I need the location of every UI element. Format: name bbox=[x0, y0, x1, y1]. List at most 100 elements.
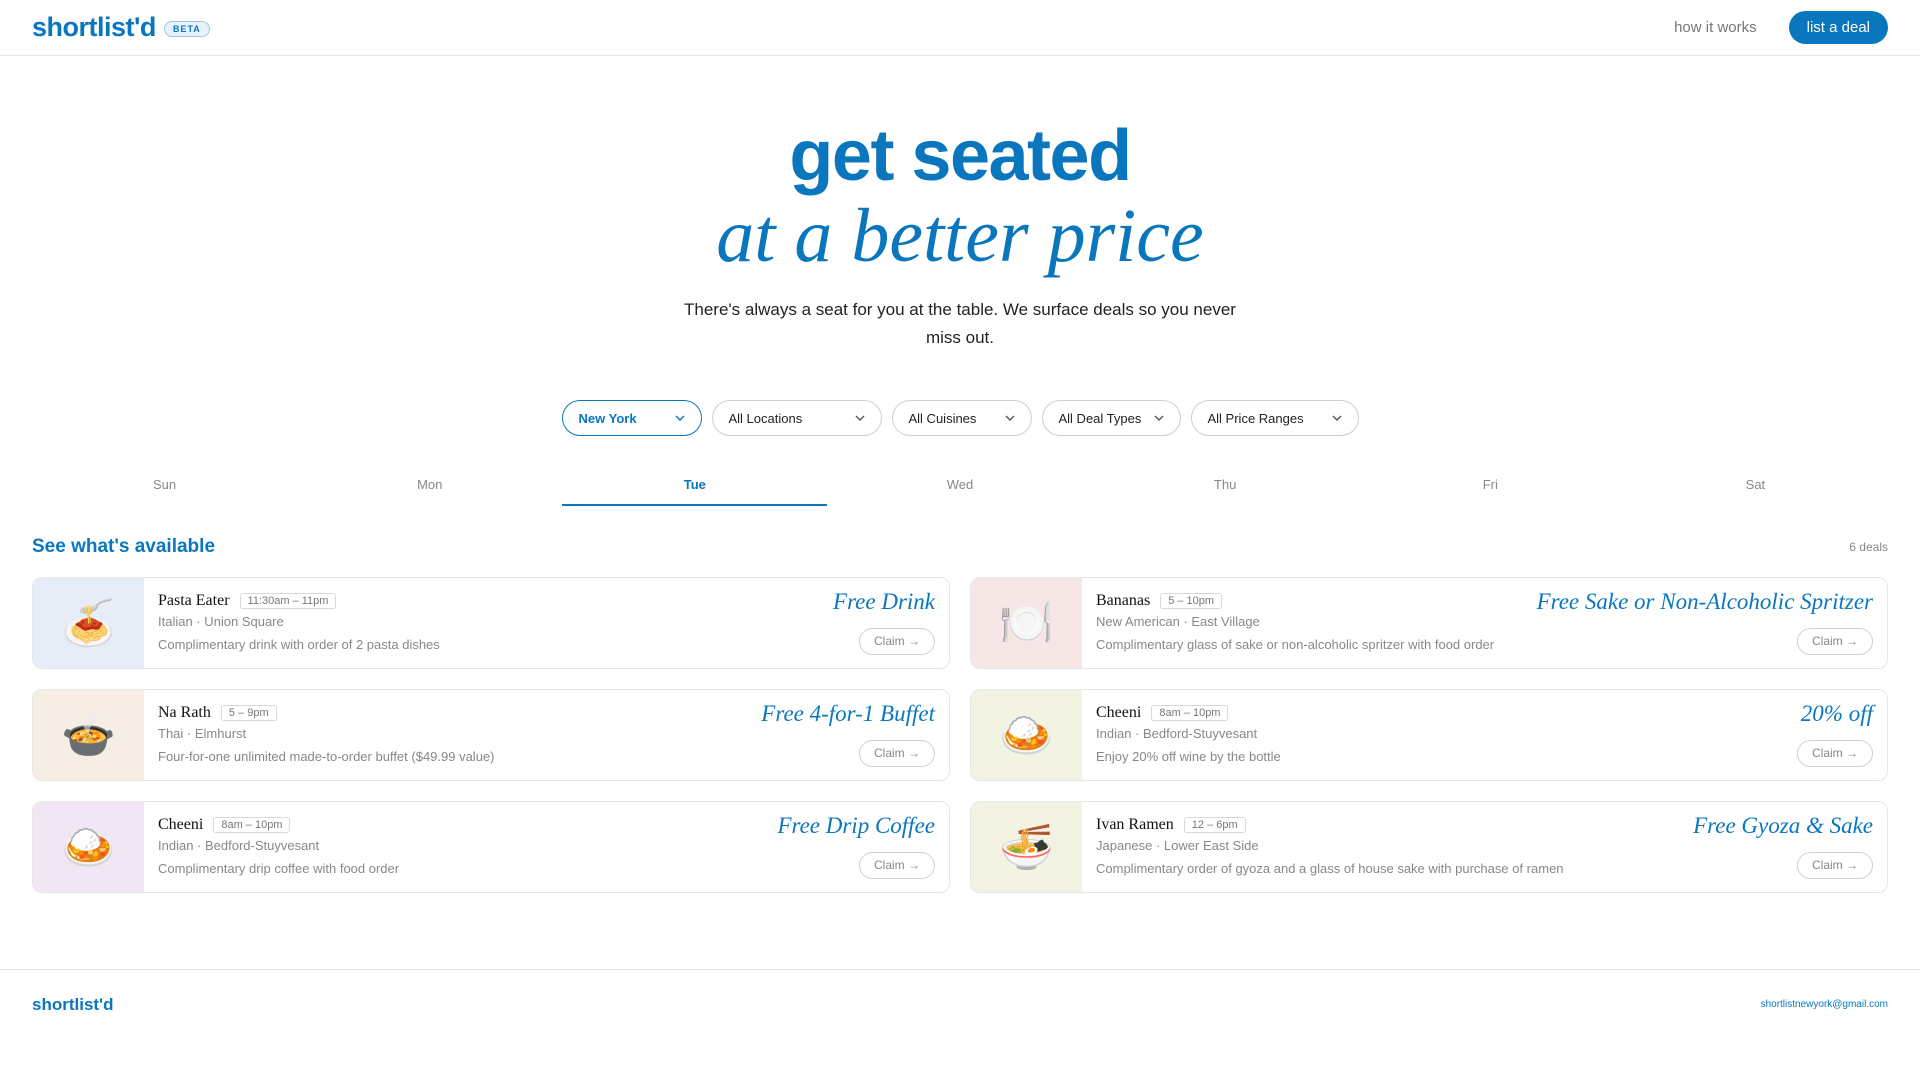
brand[interactable]: shortlist'd BETA bbox=[32, 12, 210, 43]
food-thumbnail: 🍛 bbox=[33, 802, 144, 892]
claim-button[interactable]: Claim → bbox=[1796, 740, 1873, 767]
deal-info: Cheeni 8am – 10pm Indian · Bedford-Stuyv… bbox=[144, 802, 949, 892]
food-thumbnail: 🍜 bbox=[971, 802, 1082, 892]
hours-badge: 8am – 10pm bbox=[1151, 705, 1229, 721]
claim-button[interactable]: Claim → bbox=[858, 628, 935, 655]
footer: shortlist'd shortlistnewyork@gmail.com bbox=[0, 969, 1920, 1039]
top-bar: shortlist'd BETA how it works list a dea… bbox=[0, 0, 1920, 56]
restaurant-name: Pasta Eater bbox=[158, 592, 230, 609]
chevron-down-icon bbox=[1154, 413, 1164, 423]
ramen-bowl-icon: 🍜 bbox=[999, 823, 1054, 872]
hours-badge: 5 – 9pm bbox=[220, 705, 277, 721]
deal-type-select-value: All Deal Types bbox=[1058, 410, 1142, 426]
brand-logo[interactable]: shortlist'd bbox=[32, 12, 156, 43]
hours-badge: 8am – 10pm bbox=[213, 817, 291, 833]
restaurant-meta: Indian · Bedford-Stuyvesant bbox=[158, 838, 320, 853]
tab-wed[interactable]: Wed bbox=[827, 464, 1092, 506]
hero-title: get seated bbox=[789, 116, 1132, 196]
restaurant-meta: Thai · Elmhurst bbox=[158, 726, 247, 741]
how-it-works-link[interactable]: how it works bbox=[1674, 19, 1757, 36]
name-row: Cheeni 8am – 10pm bbox=[1096, 704, 1873, 722]
cuisine-select-value: All Cuisines bbox=[908, 410, 977, 426]
location-select-value: All Locations bbox=[728, 410, 803, 426]
curry-rice-icon: 🍛 bbox=[999, 711, 1054, 760]
contact-email-link[interactable]: shortlistnewyork@gmail.com bbox=[1761, 999, 1888, 1010]
deal-card[interactable]: 🍛 Cheeni 8am – 10pm Indian · Bedford-Stu… bbox=[970, 689, 1888, 781]
restaurant-name: Cheeni bbox=[1096, 704, 1142, 721]
deal-headline: Free Drip Coffee bbox=[777, 813, 935, 838]
food-thumbnail: 🍛 bbox=[971, 690, 1082, 780]
beta-badge: BETA bbox=[163, 20, 210, 37]
deal-headline: Free Drink bbox=[833, 589, 935, 614]
list-a-deal-button[interactable]: list a deal bbox=[1788, 11, 1888, 44]
restaurant-meta: New American · East Village bbox=[1096, 614, 1260, 629]
tab-fri[interactable]: Fri bbox=[1358, 464, 1623, 506]
restaurant-name: Bananas bbox=[1096, 592, 1151, 609]
hero: get seated at a better price There's alw… bbox=[0, 56, 1920, 352]
spaghetti-icon: 🍝 bbox=[61, 599, 116, 648]
claim-button[interactable]: Claim → bbox=[858, 740, 935, 767]
deal-description: Complimentary order of gyoza and a glass… bbox=[1096, 861, 1564, 876]
hours-badge: 5 – 10pm bbox=[1160, 593, 1223, 609]
chevron-down-icon bbox=[1332, 413, 1342, 423]
deal-card[interactable]: 🍝 Pasta Eater 11:30am – 11pm Italian · U… bbox=[32, 577, 950, 669]
price-range-select[interactable]: All Price Ranges bbox=[1190, 400, 1359, 436]
filter-bar: New York All Locations All Cuisines All … bbox=[0, 400, 1920, 436]
deal-description: Complimentary drink with order of 2 past… bbox=[158, 637, 440, 652]
deal-info: Na Rath 5 – 9pm Thai · Elmhurst Four-for… bbox=[144, 690, 949, 780]
deals-grid: 🍝 Pasta Eater 11:30am – 11pm Italian · U… bbox=[32, 577, 1888, 893]
city-select-value: New York bbox=[578, 410, 637, 426]
deal-info: Pasta Eater 11:30am – 11pm Italian · Uni… bbox=[144, 578, 949, 668]
deal-headline: Free Sake or Non-Alcoholic Spritzer bbox=[1536, 589, 1873, 614]
deal-description: Complimentary glass of sake or non-alcoh… bbox=[1096, 637, 1495, 652]
section-header: See what's available 6 deals bbox=[32, 536, 1888, 558]
footer-brand[interactable]: shortlist'd bbox=[32, 995, 114, 1015]
deal-card[interactable]: 🍛 Cheeni 8am – 10pm Indian · Bedford-Stu… bbox=[32, 801, 950, 893]
city-select[interactable]: New York bbox=[561, 400, 702, 436]
restaurant-meta: Japanese · Lower East Side bbox=[1096, 838, 1259, 853]
chevron-down-icon bbox=[1005, 413, 1015, 423]
price-range-select-value: All Price Ranges bbox=[1207, 410, 1304, 426]
day-tabs: Sun Mon Tue Wed Thu Fri Sat bbox=[32, 464, 1888, 506]
deal-info: Cheeni 8am – 10pm Indian · Bedford-Stuyv… bbox=[1082, 690, 1887, 780]
restaurant-name: Ivan Ramen bbox=[1096, 816, 1174, 833]
deal-card[interactable]: 🍲 Na Rath 5 – 9pm Thai · Elmhurst Four-f… bbox=[32, 689, 950, 781]
deal-headline: 20% off bbox=[1800, 701, 1873, 726]
deal-description: Complimentary drip coffee with food orde… bbox=[158, 861, 400, 876]
pot-of-food-icon: 🍲 bbox=[61, 711, 116, 760]
claim-button[interactable]: Claim → bbox=[858, 852, 935, 879]
hero-subtitle: at a better price bbox=[716, 194, 1204, 278]
chevron-down-icon bbox=[675, 413, 685, 423]
chevron-down-icon bbox=[855, 413, 865, 423]
deal-count: 6 deals bbox=[1849, 540, 1888, 554]
food-thumbnail: 🍝 bbox=[33, 578, 144, 668]
deal-card[interactable]: 🍽️ Bananas 5 – 10pm New American · East … bbox=[970, 577, 1888, 669]
section-title: See what's available bbox=[32, 536, 216, 557]
curry-rice-icon: 🍛 bbox=[61, 823, 116, 872]
deal-card[interactable]: 🍜 Ivan Ramen 12 – 6pm Japanese · Lower E… bbox=[970, 801, 1888, 893]
hero-description: There's always a seat for you at the tab… bbox=[684, 300, 1236, 347]
tab-tue[interactable]: Tue bbox=[562, 464, 828, 506]
food-thumbnail: 🍲 bbox=[33, 690, 144, 780]
top-nav: how it works list a deal bbox=[1674, 11, 1888, 44]
deal-description: Four-for-one unlimited made-to-order buf… bbox=[158, 749, 495, 764]
deal-type-select[interactable]: All Deal Types bbox=[1041, 400, 1181, 436]
tab-thu[interactable]: Thu bbox=[1093, 464, 1358, 506]
cuisine-select[interactable]: All Cuisines bbox=[891, 400, 1032, 436]
deal-headline: Free 4-for-1 Buffet bbox=[761, 701, 935, 726]
food-thumbnail: 🍽️ bbox=[971, 578, 1082, 668]
deal-description: Enjoy 20% off wine by the bottle bbox=[1096, 749, 1281, 764]
name-row: Pasta Eater 11:30am – 11pm bbox=[158, 592, 935, 610]
deal-info: Ivan Ramen 12 – 6pm Japanese · Lower Eas… bbox=[1082, 802, 1887, 892]
restaurant-meta: Italian · Union Square bbox=[158, 614, 284, 629]
restaurant-meta: Indian · Bedford-Stuyvesant bbox=[1096, 726, 1258, 741]
tab-sat[interactable]: Sat bbox=[1623, 464, 1888, 506]
claim-button[interactable]: Claim → bbox=[1796, 852, 1873, 879]
restaurant-name: Cheeni bbox=[158, 816, 204, 833]
hours-badge: 11:30am – 11pm bbox=[239, 593, 337, 609]
claim-button[interactable]: Claim → bbox=[1796, 628, 1873, 655]
location-select[interactable]: All Locations bbox=[711, 400, 882, 436]
deal-info: Bananas 5 – 10pm New American · East Vil… bbox=[1082, 578, 1887, 668]
tab-sun[interactable]: Sun bbox=[32, 464, 297, 506]
tab-mon[interactable]: Mon bbox=[297, 464, 562, 506]
